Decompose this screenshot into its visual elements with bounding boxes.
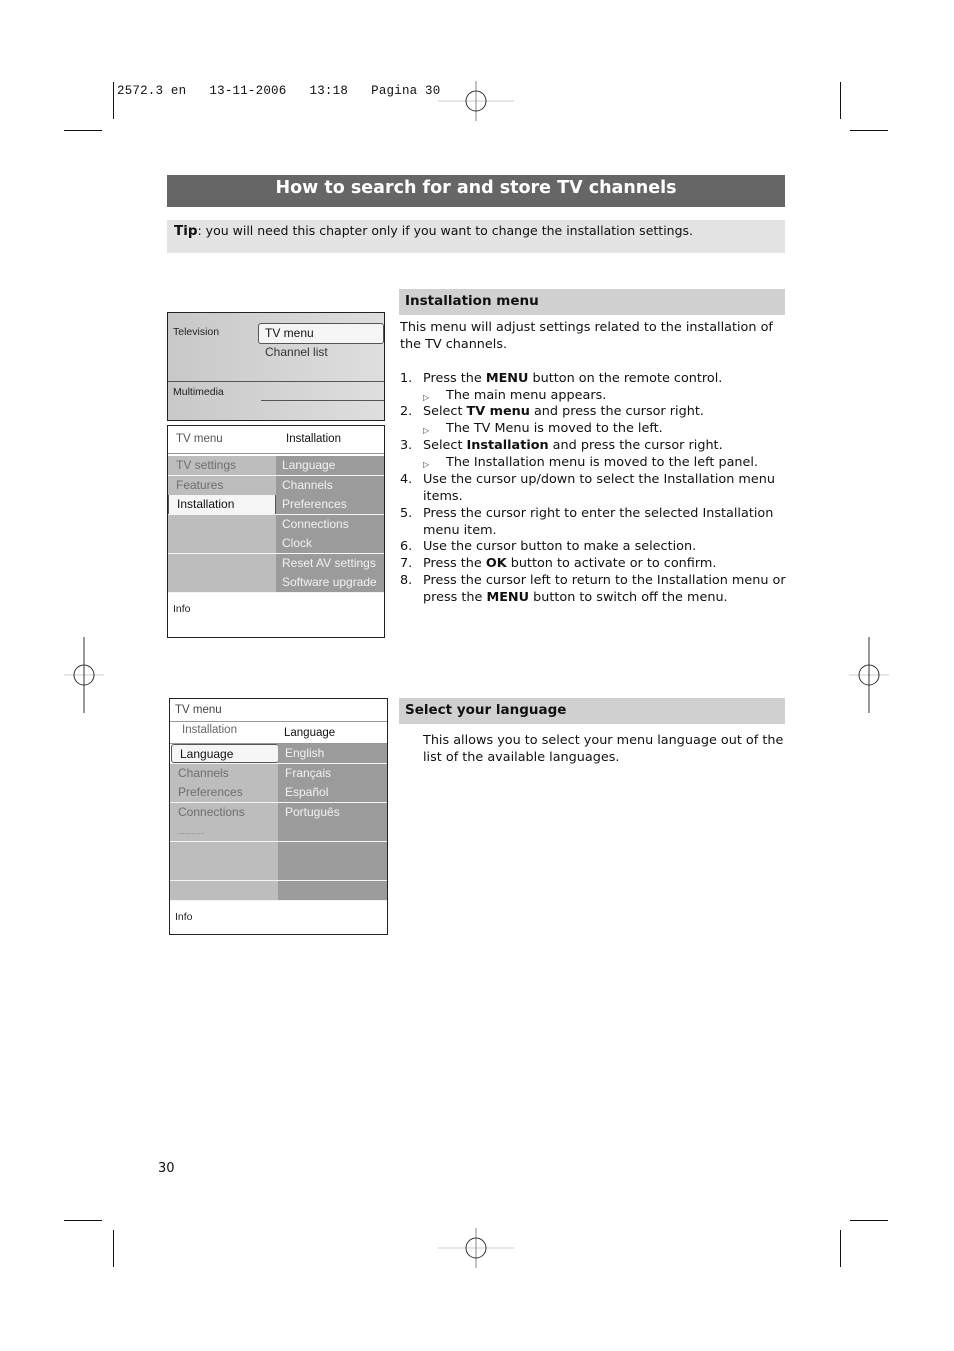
language-description: This allows you to select your menu lang… [423,733,784,765]
divider [168,381,384,382]
step-keyword: TV menu [466,404,530,419]
submenu-item-channels[interactable]: Channels [276,475,384,495]
step-number: 2. [400,404,413,419]
step-number: 7. [400,556,413,571]
step-number: 1. [400,371,413,386]
crop-mark [113,82,114,119]
section-heading-language: Select your language [399,698,785,724]
crop-mark [840,1230,841,1267]
step-text: Press the cursor left to return to the I… [423,573,786,605]
submenu-item-software-upgrade[interactable]: Software upgrade [276,573,384,592]
crop-mark [850,1220,888,1221]
language-row-empty [278,841,387,861]
header-tv-menu: TV menu [175,704,222,716]
language-row-empty [278,880,387,900]
step-number: 8. [400,573,413,588]
step-keyword: MENU [485,371,529,386]
sub-header-language: Language [284,727,336,739]
menu-label-multimedia: Multimedia [173,386,224,398]
print-slug: 2572.3 en 13-11-2006 13:18 Pagina 30 [117,84,441,98]
menu-row-empty [168,573,276,592]
step-text: Use the cursor button to make a selectio… [423,539,697,554]
tv-screen-main-menu: Television TV menu Channel list Multimed… [167,312,385,421]
step-number: 6. [400,539,413,554]
step-text: Press the OK button to activate or to co… [423,556,717,571]
crop-mark [113,1230,114,1267]
installation-intro: This menu will adjust settings related t… [400,320,773,352]
menu-item-channels[interactable]: Channels [170,763,278,783]
language-option-portugues[interactable]: Português [278,802,387,822]
step-text: Press the cursor right to enter the sele… [423,506,774,538]
menu-item-tv-settings[interactable]: TV settings [168,456,276,475]
crop-mark [840,82,841,119]
tip-box: Tip: you will need this chapter only if … [167,220,785,253]
language-row-empty [278,822,387,841]
submenu-item-connections[interactable]: Connections [276,514,384,534]
info-label: Info [175,911,193,923]
menu-item-installation[interactable]: Installation [168,495,276,514]
tip-text: : you will need this chapter only if you… [197,223,694,238]
page-title: How to search for and store TV channels [167,175,785,207]
step-number: 4. [400,472,413,487]
menu-row-empty [170,841,278,861]
menu-row-empty [168,514,276,534]
menu-item-connections[interactable]: Connections [170,802,278,822]
step-text: Use the cursor up/down to select the Ins… [423,472,775,504]
header-tv-menu: TV menu [176,433,223,445]
menu-label-television: Television [173,326,220,338]
menu-row-empty [170,861,278,880]
step-text: Select Installation and press the cursor… [423,438,723,453]
menu-item-tv-menu[interactable]: TV menu [258,323,384,344]
menu-item-preferences[interactable]: Preferences [170,783,278,802]
sub-header-installation: Installation [182,724,237,736]
step-number: 3. [400,438,413,453]
crop-mark [850,130,888,131]
divider [261,400,384,401]
menu-item-more[interactable]: ............ [170,822,278,841]
menu-row-empty [168,553,276,573]
installation-steps: 1. Press the MENU button on the remote co… [400,370,786,610]
step-result-text: The Installation menu is moved to the le… [446,455,759,470]
registration-mark-icon [438,81,514,121]
registration-mark-icon [64,637,104,713]
step-number: 5. [400,506,413,521]
step-keyword: Installation [466,438,549,453]
row-separator [170,899,387,901]
page-number: 30 [158,1161,175,1176]
menu-item-language[interactable]: Language [171,744,279,763]
menu-item-channel-list[interactable]: Channel list [265,345,328,359]
submenu-item-preferences[interactable]: Preferences [276,495,384,514]
crop-mark [64,1220,102,1221]
menu-row-empty [168,534,276,553]
header-installation: Installation [286,433,341,445]
info-label: Info [173,603,191,615]
step-result-text: The main menu appears. [446,388,607,403]
tv-screen-language-menu: TV menu Installation Language Info Langu… [169,698,388,935]
crop-mark [64,130,102,131]
row-separator [168,592,384,593]
tip-label: Tip [174,223,198,239]
tv-screen-installation-menu: TV menu Installation Info TV settings Lan… [167,425,385,638]
menu-row-empty [170,880,278,900]
section-heading-installation: Installation menu [399,289,785,315]
step-keyword: OK [485,556,507,571]
language-option-espanol[interactable]: Español [278,783,387,802]
step-result-text: The TV Menu is moved to the left. [446,421,663,436]
step-keyword: MENU [486,590,530,605]
submenu-item-language[interactable]: Language [276,456,384,475]
step-text: Press the MENU button on the remote cont… [423,371,723,386]
language-option-english[interactable]: English [278,744,387,763]
submenu-item-clock[interactable]: Clock [276,534,384,553]
language-row-empty [278,861,387,880]
menu-item-features[interactable]: Features [168,475,276,495]
registration-mark-icon [438,1228,514,1268]
registration-mark-icon [849,637,889,713]
language-option-francais[interactable]: Français [278,763,387,783]
submenu-item-reset-av-settings[interactable]: Reset AV settings [276,553,384,573]
step-text: Select TV menu and press the cursor righ… [423,404,704,419]
